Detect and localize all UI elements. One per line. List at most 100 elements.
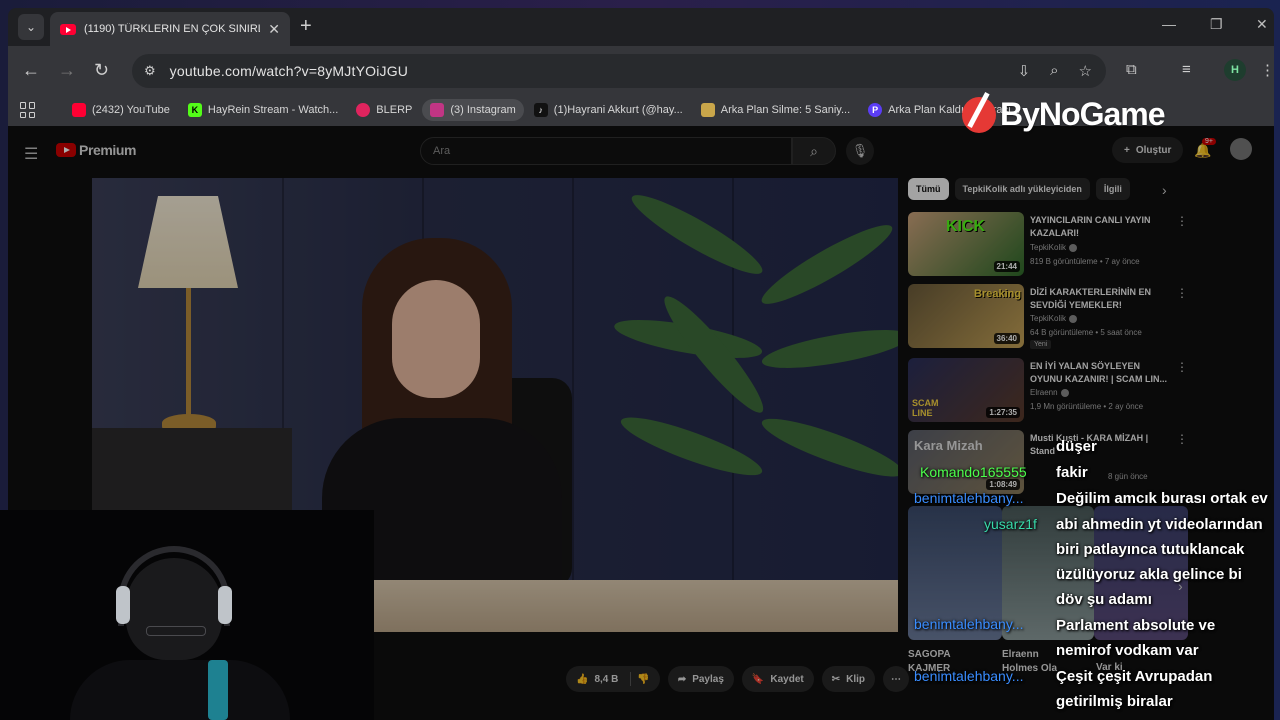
video-actions: 👍 8,4 B 👎 ➦ Paylaş 🔖 Kaydet ✂ Klip ⋯ <box>566 666 909 692</box>
search-input[interactable]: Ara <box>420 137 792 165</box>
chip-from-uploader[interactable]: TepkiKolik adlı yükleyiciden <box>954 178 1090 200</box>
profile-avatar[interactable]: H <box>1224 59 1246 81</box>
bookmark-remove-bg[interactable]: Arka Plan Silme: 5 Saniy... <box>693 99 858 121</box>
clip-button[interactable]: ✂ Klip <box>821 666 875 692</box>
bookmark-star-icon[interactable]: ☆ <box>1079 62 1092 80</box>
chat-message: abi ahmedin yt videolarından <box>1056 516 1263 533</box>
tab-close-icon[interactable]: ✕ <box>268 21 280 38</box>
filter-chips: Tümü TepkiKolik adlı yükleyiciden İlgili <box>908 178 1130 200</box>
bg-remover-icon: P <box>868 103 883 117</box>
browser-toolbar: ← → ↻ ⚙ youtube.com/watch?v=8yMJtYOiJGU … <box>8 46 1275 94</box>
more-actions-icon[interactable]: ⋯ <box>883 666 909 692</box>
video-thumbnail[interactable]: Breaking 36:40 <box>908 284 1024 348</box>
forward-arrow-icon[interactable]: → <box>58 60 76 80</box>
apps-grid-icon[interactable] <box>20 102 36 118</box>
duration-badge: 1:27:35 <box>986 407 1020 418</box>
more-options-icon[interactable]: ⋮ <box>1176 360 1188 374</box>
video-meta: 1,9 Mn görüntüleme • 2 ay önce <box>1030 402 1144 411</box>
save-button[interactable]: 🔖 Kaydet <box>741 666 814 692</box>
create-button[interactable]: + Oluştur <box>1112 137 1184 163</box>
reload-icon[interactable]: ↻ <box>94 60 109 80</box>
bynogame-watermark: ByNoGame <box>962 96 1165 133</box>
search-icon[interactable]: ⌕ <box>792 137 836 165</box>
site-info-icon[interactable]: ⚙ <box>144 63 156 79</box>
thumb-text: Breaking <box>974 288 1022 300</box>
chat-message: döv şu adamı <box>1056 591 1152 608</box>
bookmark-kick[interactable]: K HayRein Stream - Watch... <box>180 99 346 121</box>
chevron-right-icon[interactable]: › <box>1162 182 1167 198</box>
install-app-icon[interactable]: ⇩ <box>1018 62 1031 80</box>
verified-icon <box>1069 314 1078 323</box>
tiktok-icon: ♪ <box>533 103 548 117</box>
address-bar[interactable]: ⚙ youtube.com/watch?v=8yMJtYOiJGU ⇩ ⌕ ☆ <box>132 54 1106 88</box>
scissors-icon: ✂ <box>831 673 841 685</box>
channel-name[interactable]: TepkiKolik <box>1030 314 1078 323</box>
duration-badge: 36:40 <box>993 333 1020 344</box>
chat-message: nemirof vodkam var <box>1056 642 1199 659</box>
divider <box>630 672 632 686</box>
chat-message: fakir <box>1056 464 1088 481</box>
video-title[interactable]: YAYINCILARIN CANLI YAYIN KAZALARI! <box>1030 214 1168 240</box>
notification-badge: 9+ <box>1202 138 1216 145</box>
more-options-icon[interactable]: ⋮ <box>1176 432 1188 446</box>
thumbs-down-icon[interactable]: 👎 <box>637 674 649 685</box>
chip-all[interactable]: Tümü <box>908 178 949 200</box>
url-text: youtube.com/watch?v=8yMJtYOiJGU <box>169 63 409 79</box>
chat-username: benimtalehbany... <box>914 616 1024 632</box>
restore-icon[interactable]: ❐ <box>1210 16 1223 33</box>
browser-tab[interactable]: (1190) TÜRKLERIN EN ÇOK SINIRLENDIĞI ✕ <box>50 12 290 46</box>
browser-menu-icon[interactable]: ⋮ <box>1260 61 1275 79</box>
video-thumbnail[interactable]: SCAM LINE 1:27:35 <box>908 358 1024 422</box>
chat-message: düşer <box>1056 438 1097 455</box>
video-meta: 819 B görüntüleme • 7 ay önce <box>1030 257 1140 266</box>
video-thumbnail[interactable]: Kara Mizah 1:08:49 <box>908 430 1024 494</box>
media-control-icon[interactable]: ≡ <box>1182 61 1191 78</box>
youtube-premium-logo[interactable]: Premium <box>56 142 137 158</box>
extensions-puzzle-icon[interactable]: ⧉ <box>1126 61 1137 78</box>
channel-name[interactable]: Elraenn <box>1030 388 1069 397</box>
recommendation-item[interactable]: KICK 21:44 YAYINCILARIN CANLI YAYIN KAZA… <box>908 212 1188 278</box>
microphone-icon[interactable]: 🎙 <box>846 137 874 165</box>
video-title[interactable]: DİZİ KARAKTERLERİNİN EN SEVDİĞİ YEMEKLER… <box>1030 286 1168 312</box>
youtube-favicon-icon <box>60 23 76 35</box>
more-options-icon[interactable]: ⋮ <box>1176 286 1188 300</box>
new-tab-plus-icon[interactable]: + <box>300 15 312 38</box>
recommendation-item[interactable]: SCAM LINE 1:27:35 EN İYİ YALAN SÖYLEYEN … <box>908 358 1188 424</box>
minimize-icon[interactable]: — <box>1162 16 1176 32</box>
remove-bg-icon <box>700 103 715 117</box>
video-title[interactable]: EN İYİ YALAN SÖYLEYEN OYUNU KAZANIR! | S… <box>1030 360 1168 386</box>
blerp-icon <box>356 103 371 117</box>
like-button[interactable]: 👍 8,4 B 👎 <box>566 666 660 692</box>
thumbs-up-icon: 👍 <box>576 673 589 685</box>
share-button[interactable]: ➦ Paylaş <box>667 666 734 692</box>
instagram-icon <box>430 103 445 117</box>
zoom-icon[interactable]: ⌕ <box>1050 62 1058 80</box>
chat-message: Değilim amcık burası ortak ev <box>1056 490 1268 507</box>
account-avatar[interactable] <box>1230 138 1252 160</box>
headset <box>118 546 230 626</box>
recommendation-item[interactable]: Breaking 36:40 DİZİ KARAKTERLERİNİN EN S… <box>908 284 1188 350</box>
plus-icon: + <box>1124 144 1130 156</box>
chip-related[interactable]: İlgili <box>1095 178 1130 200</box>
recommendation-item[interactable]: Kara Mizah 1:08:49 Musti Kusti - KARA Mİ… <box>908 430 1188 496</box>
glasses <box>146 626 206 636</box>
chat-message: getirilmiş biralar <box>1056 693 1173 710</box>
chat-username: Komando165555 <box>920 464 1027 480</box>
hamburger-menu-icon[interactable]: ☰ <box>24 144 38 164</box>
bookmark-blerp[interactable]: BLERP <box>348 99 420 121</box>
more-options-icon[interactable]: ⋮ <box>1176 214 1188 228</box>
bookmark-youtube[interactable]: (2432) YouTube <box>64 99 178 121</box>
plant <box>611 184 898 598</box>
verified-icon <box>1069 243 1078 252</box>
window-close-icon[interactable]: ✕ <box>1256 16 1268 33</box>
video-title[interactable]: Musti Kusti - KARA MİZAH | Stand <box>1030 432 1168 458</box>
channel-name[interactable]: TepkiKolik <box>1030 243 1078 252</box>
video-thumbnail[interactable]: KICK 21:44 <box>908 212 1024 276</box>
lamp-stem <box>186 288 191 418</box>
bookmark-tiktok[interactable]: ♪ (1)Hayrani Akkurt (@hay... <box>526 99 691 121</box>
back-arrow-icon[interactable]: ← <box>22 60 40 80</box>
bookmark-instagram[interactable]: (3) Instagram <box>422 99 524 121</box>
tab-search-chevron-icon[interactable]: ⌄ <box>18 14 44 40</box>
tab-title: (1190) TÜRKLERIN EN ÇOK SINIRLENDIĞI <box>84 23 260 35</box>
duration-badge: 1:08:49 <box>986 479 1020 490</box>
